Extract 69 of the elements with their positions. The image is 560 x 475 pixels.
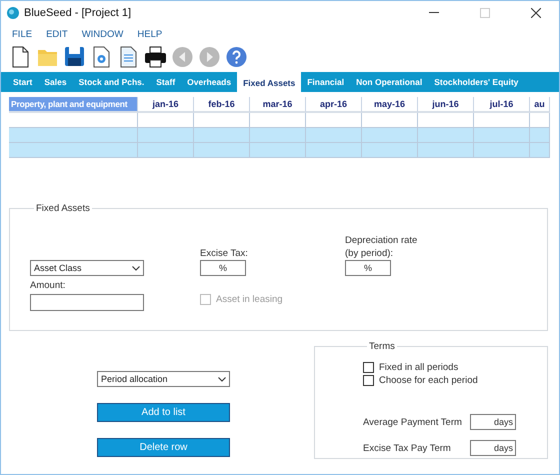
amount-field[interactable] (30, 294, 144, 311)
app-logo-icon (7, 7, 19, 19)
field-label: Excise Tax Pay Term (363, 442, 451, 454)
column-header: au (530, 97, 550, 113)
checkbox-label: Choose for each period (379, 375, 478, 386)
tab[interactable]: Non Operational (350, 72, 428, 92)
tab[interactable]: Sales (38, 72, 73, 92)
menu-item[interactable]: FILE (12, 29, 32, 43)
period-allocation-dropdown[interactable]: Period allocation (97, 371, 230, 387)
depreciation-rate-label: Depreciation rate (by period): (345, 234, 418, 260)
menu-item[interactable]: HELP (137, 29, 162, 43)
column-header: mar-16 (250, 97, 306, 113)
table-cell[interactable] (306, 143, 362, 158)
printer-icon[interactable] (144, 45, 167, 68)
table-cell[interactable] (362, 128, 418, 143)
table-cell[interactable] (362, 143, 418, 158)
table-cell[interactable] (418, 143, 474, 158)
depreciation-rate-field[interactable]: % (345, 260, 391, 276)
amount-label: Amount: (30, 279, 66, 292)
tab[interactable]: Overheads (181, 72, 238, 92)
table-cell[interactable] (194, 128, 250, 143)
column-header: may-16 (362, 97, 418, 113)
tab[interactable]: Staff (150, 72, 182, 92)
table-cell[interactable] (194, 143, 250, 158)
window-title: BlueSeed - [Project 1] (24, 7, 132, 19)
table-cell[interactable] (138, 143, 194, 158)
table-cell[interactable] (530, 143, 550, 158)
table-cell[interactable] (530, 128, 550, 143)
table-cell[interactable] (9, 143, 138, 158)
menu-item[interactable]: EDIT (46, 29, 68, 43)
field-label: Average Payment Term (363, 416, 462, 428)
tab[interactable]: Financial (301, 72, 350, 92)
caret-icon (218, 376, 226, 382)
menu-item[interactable]: WINDOW (82, 29, 124, 43)
group-title: Fixed Assets (35, 203, 91, 214)
tab[interactable]: Stockholders' Equity (428, 72, 524, 92)
table-cell[interactable] (9, 128, 138, 143)
table-cell[interactable] (306, 128, 362, 143)
caret-icon (132, 266, 140, 270)
asset-class-dropdown[interactable]: Asset Class (30, 260, 144, 276)
table-cell[interactable] (418, 128, 474, 143)
excise-tax-label: Excise Tax: (200, 247, 249, 260)
column-header: jul-16 (474, 97, 530, 113)
help-icon[interactable] (225, 45, 248, 68)
excise-tax-field[interactable]: % (200, 260, 246, 276)
checkbox[interactable] (363, 375, 374, 386)
table-cell[interactable] (250, 143, 306, 158)
column-header: jun-16 (418, 97, 474, 113)
table-cell[interactable] (474, 143, 530, 158)
days-field[interactable]: days (470, 440, 516, 456)
column-header: apr-16 (306, 97, 362, 113)
column-header: Property, plant and equipment (9, 97, 138, 113)
table-cell[interactable] (474, 128, 530, 143)
close-icon[interactable] (531, 8, 541, 18)
tab[interactable]: Fixed Assets (237, 72, 302, 93)
checkbox-label: Asset in leasing (216, 294, 283, 305)
checkbox[interactable] (363, 362, 374, 373)
minimize-icon[interactable] (429, 12, 439, 14)
days-field[interactable]: days (470, 414, 516, 430)
tab[interactable]: Start (7, 72, 38, 92)
maximize-icon[interactable] (480, 8, 490, 18)
checkbox-label: Fixed in all periods (379, 362, 458, 373)
column-header: jan-16 (138, 97, 194, 113)
column-header: feb-16 (194, 97, 250, 113)
save-icon[interactable] (63, 45, 86, 68)
table-cell[interactable] (138, 128, 194, 143)
group-title: Terms (368, 341, 396, 352)
tab[interactable]: Stock and Pchs. (72, 72, 150, 92)
table-cell[interactable] (250, 128, 306, 143)
